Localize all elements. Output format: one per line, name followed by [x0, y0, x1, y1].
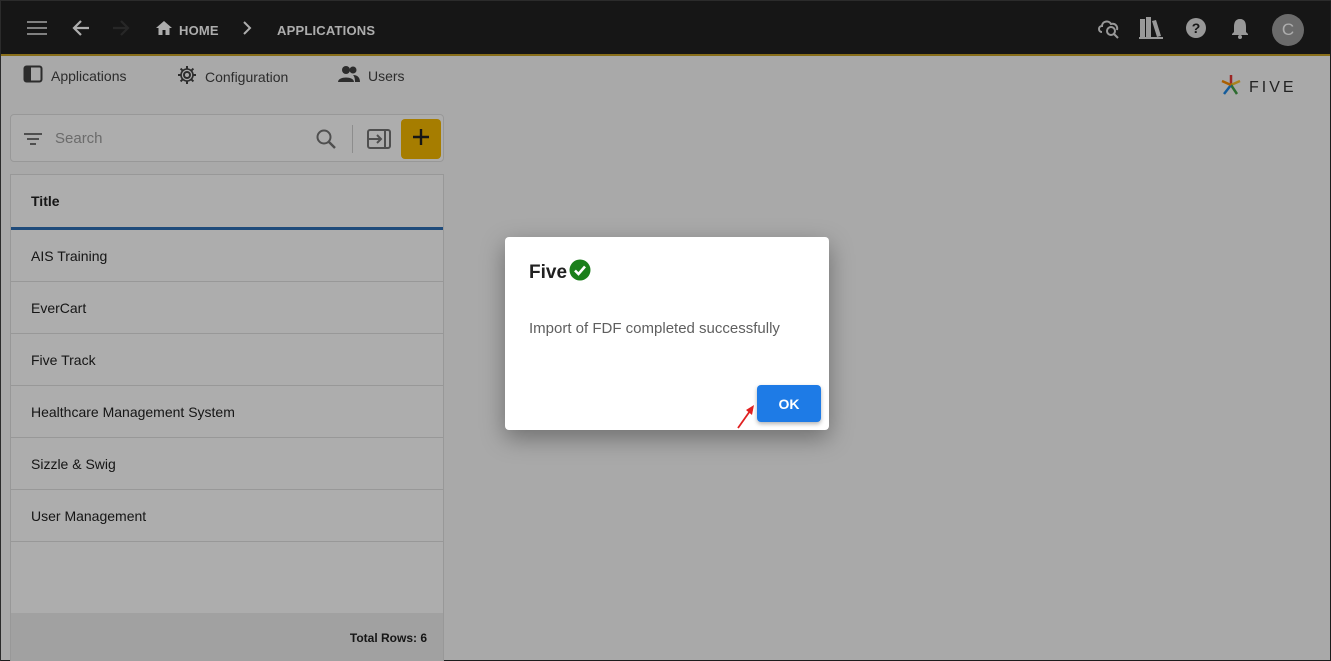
red-arrow-pointer-icon: [736, 402, 758, 435]
dialog-message: Import of FDF completed successfully: [529, 320, 780, 337]
success-check-icon: [569, 259, 591, 287]
ok-button[interactable]: OK: [757, 385, 821, 422]
import-success-dialog: Five Import of FDF completed successfull…: [505, 237, 829, 430]
dialog-title-text: Five: [529, 262, 568, 283]
dialog-title: Five: [529, 259, 591, 287]
